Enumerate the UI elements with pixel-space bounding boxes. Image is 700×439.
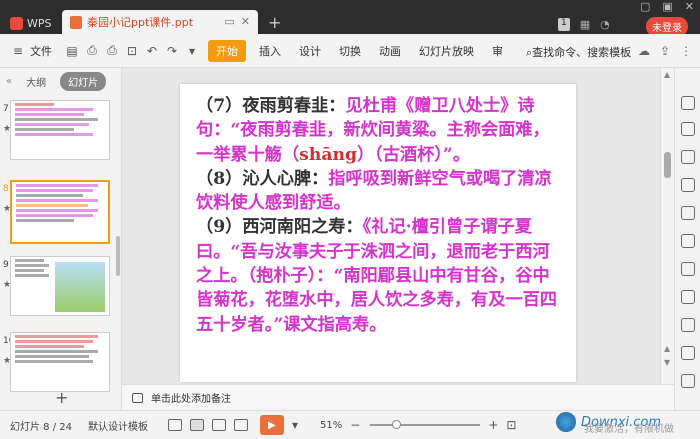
undo-icon[interactable]: ↶ bbox=[144, 44, 160, 58]
slide-number: 8 bbox=[3, 184, 9, 194]
tab-design[interactable]: 设计 bbox=[290, 43, 330, 59]
close-window-icon[interactable]: ✕ bbox=[685, 0, 694, 13]
play-slideshow-button[interactable]: ▶ bbox=[260, 415, 284, 435]
slide-thumbnail[interactable] bbox=[10, 256, 110, 316]
current-slide[interactable]: （7）夜雨剪春韭：见杜甫《赠卫八处士》诗句：“夜雨剪春韭，新炊间黄粱。主称会面难… bbox=[180, 84, 576, 382]
scroll-up-icon[interactable]: ▲ bbox=[664, 70, 670, 79]
tab-pin-icon[interactable]: ▭ bbox=[224, 15, 234, 28]
template-name[interactable]: 默认设计模板 bbox=[88, 418, 148, 433]
notes-toggle-icon[interactable] bbox=[168, 419, 182, 431]
scroll-up-icon[interactable]: ▲ bbox=[664, 344, 670, 353]
gallery-icon[interactable] bbox=[681, 234, 695, 248]
slide-paragraph: （7）夜雨剪春韭：见杜甫《赠卫八处士》诗句：“夜雨剪春韭，新炊间黄粱。主称会面难… bbox=[196, 94, 558, 167]
term-heading: （8）沁人心脾： bbox=[196, 168, 329, 189]
share-icon[interactable]: ⇪ bbox=[660, 44, 670, 58]
fit-window-icon[interactable]: ⊡ bbox=[506, 418, 516, 432]
tab-transition[interactable]: 切换 bbox=[330, 43, 370, 59]
ppt-file-icon bbox=[70, 15, 82, 29]
normal-view-icon[interactable] bbox=[190, 419, 204, 431]
tab-slides[interactable]: 幻灯片 bbox=[60, 71, 107, 91]
menu-bar: ≡ 文件 ▤ ⎙ ⎙ ⊡ ↶ ↷ ▾ 开始 插入 设计 切换 动画 幻灯片放映 … bbox=[0, 34, 700, 68]
collapse-icon[interactable] bbox=[681, 374, 695, 388]
tag-icon[interactable] bbox=[681, 346, 695, 360]
tab-start[interactable]: 开始 bbox=[208, 39, 246, 62]
tab-review[interactable]: 审 bbox=[483, 43, 512, 59]
open-folder-icon[interactable]: ▤ bbox=[64, 44, 80, 58]
slide-paragraph: （9）西河南阳之寿：《礼记·檀引曾子谓子夏曰。“吾与汝事夫子于洙泗之间，退而老于… bbox=[196, 215, 558, 336]
slide-number: 9 bbox=[3, 260, 9, 270]
title-bar: WPS 秦园小记ppt课件.ppt ▭ ✕ + 1 ▦ ◔ ▢ ▣ ✕ 未登录 bbox=[0, 0, 700, 36]
watermark-subtext: 我要激活，有限机做 bbox=[584, 424, 674, 435]
wps-logo-icon bbox=[10, 16, 23, 30]
slide-thumbnail[interactable] bbox=[10, 100, 110, 160]
scrollbar-thumb[interactable] bbox=[664, 152, 671, 178]
slide-illustration bbox=[55, 262, 105, 312]
notes-icon bbox=[132, 392, 143, 403]
tab-insert[interactable]: 插入 bbox=[250, 43, 290, 59]
command-search-label: 查找命令、搜索模板 bbox=[532, 46, 632, 59]
term-body: ）（古酒杯）”。 bbox=[356, 144, 470, 165]
term-heading: （9）西河南阳之寿： bbox=[196, 217, 363, 238]
tab-outline[interactable]: 大纲 bbox=[18, 72, 54, 91]
wps-tab-label: WPS bbox=[27, 16, 52, 30]
slide-number: 7 bbox=[3, 104, 9, 114]
zoom-level[interactable]: 51% bbox=[320, 420, 342, 431]
wps-home-tab[interactable]: WPS bbox=[4, 12, 58, 34]
redo-icon[interactable]: ↷ bbox=[164, 44, 180, 58]
cut-icon[interactable] bbox=[681, 290, 695, 304]
restore-icon[interactable]: ▢ bbox=[640, 0, 650, 13]
preview-icon[interactable]: ⊡ bbox=[124, 44, 140, 58]
document-tab[interactable]: 秦园小记ppt课件.ppt ▭ ✕ bbox=[62, 10, 258, 34]
tab-close-icon[interactable]: ✕ bbox=[241, 15, 250, 28]
page-count-badge[interactable]: 1 bbox=[558, 18, 570, 31]
scroll-down-icon[interactable]: ▼ bbox=[664, 358, 670, 367]
copy-icon[interactable] bbox=[681, 122, 695, 136]
layout-icon[interactable] bbox=[681, 206, 695, 220]
zoom-out-icon[interactable]: − bbox=[350, 418, 360, 432]
collapse-panel-icon[interactable]: « bbox=[6, 76, 12, 87]
file-menu[interactable]: 文件 bbox=[30, 43, 52, 59]
panel-scrollbar[interactable] bbox=[116, 236, 120, 276]
slide-thumbnail-selected[interactable] bbox=[10, 180, 110, 244]
right-sidebar bbox=[674, 68, 700, 410]
tab-slideshow[interactable]: 幻灯片放映 bbox=[410, 43, 483, 59]
print-icon[interactable]: ⎙ bbox=[104, 43, 120, 58]
cloud-icon[interactable]: ☁ bbox=[638, 44, 650, 58]
tab-animation[interactable]: 动画 bbox=[370, 43, 410, 59]
export-icon[interactable]: ⎙ bbox=[84, 43, 100, 58]
shapes-icon[interactable] bbox=[681, 150, 695, 164]
grid-icon[interactable]: ▦ bbox=[580, 18, 590, 31]
document-tab-title: 秦园小记ppt课件.ppt bbox=[87, 16, 194, 29]
more-icon[interactable]: ⋮ bbox=[680, 44, 692, 58]
maximize-icon[interactable]: ▣ bbox=[662, 0, 672, 13]
slide-paragraph: （8）沁人心脾：指呼吸到新鲜空气或喝了清凉饮料使人感到舒适。 bbox=[196, 167, 558, 216]
slide-counter: 幻灯片 8 / 24 bbox=[10, 421, 72, 433]
help-icon[interactable] bbox=[681, 318, 695, 332]
new-tab-icon[interactable]: + bbox=[268, 13, 281, 32]
magic-icon[interactable] bbox=[681, 96, 695, 110]
dropdown-icon[interactable]: ▾ bbox=[184, 44, 200, 58]
slide-panel: « 大纲 幻灯片 7 ★ 8 ★ 9 ★ 10 ★ + bbox=[0, 68, 122, 410]
table-icon[interactable] bbox=[681, 262, 695, 276]
notes-pane[interactable]: 单击此处添加备注 bbox=[122, 384, 674, 410]
pinyin: shāng bbox=[299, 144, 357, 165]
command-search[interactable]: ⌕查找命令、搜索模板 bbox=[526, 44, 631, 60]
notes-placeholder: 单击此处添加备注 bbox=[151, 394, 231, 405]
shirt-skin-icon[interactable]: ◔ bbox=[600, 18, 610, 31]
watermark-logo-icon bbox=[556, 412, 576, 432]
settings-sliders-icon[interactable] bbox=[681, 178, 695, 192]
slide-canvas: （7）夜雨剪春韭：见杜甫《赠卫八处士》诗句：“夜雨剪春韭，新炊间黄粱。主称会面难… bbox=[122, 68, 662, 384]
canvas-scrollbar[interactable]: ▲ ▲ ▼ bbox=[660, 68, 674, 384]
add-slide-icon[interactable]: + bbox=[55, 388, 68, 407]
reading-view-icon[interactable] bbox=[234, 419, 248, 431]
term-heading: （7）夜雨剪春韭： bbox=[196, 96, 346, 116]
hamburger-icon[interactable]: ≡ bbox=[10, 44, 26, 58]
play-dropdown-icon[interactable]: ▾ bbox=[292, 418, 298, 432]
sorter-view-icon[interactable] bbox=[212, 419, 226, 431]
zoom-slider-knob[interactable] bbox=[392, 420, 402, 429]
slide-thumbnail[interactable] bbox=[10, 332, 110, 392]
zoom-slider[interactable] bbox=[370, 420, 481, 429]
zoom-in-icon[interactable]: + bbox=[488, 418, 498, 432]
